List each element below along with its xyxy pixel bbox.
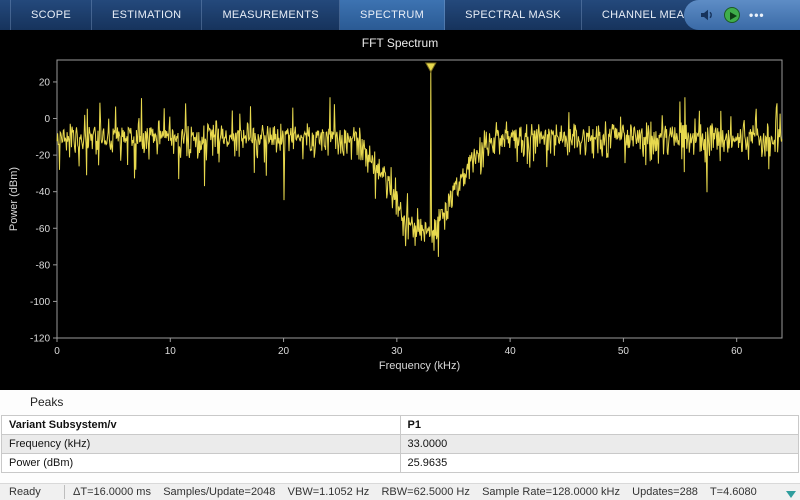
status-info-text: ΔT=16.0000 ms Samples/Update=2048 VBW=1.… xyxy=(65,486,800,498)
chart-title: FFT Spectrum xyxy=(0,36,800,50)
x-tick-label: 0 xyxy=(54,346,60,357)
peaks-table: Variant Subsystem/v P1 Frequency (kHz) 3… xyxy=(1,415,799,473)
status-ready-text: Ready xyxy=(0,486,64,498)
tab-spectrum[interactable]: SPECTRUM xyxy=(340,0,445,30)
spectrum-plot: 0 10 20 30 40 50 60 20 0 -20 -40 -60 -80 -100 -120 xyxy=(0,30,800,385)
y-tick-label: -100 xyxy=(30,297,50,308)
peaks-panel: Peaks Variant Subsystem/v P1 Frequency (… xyxy=(0,390,800,483)
peaks-table-header-source: Variant Subsystem/v xyxy=(2,416,401,435)
peaks-panel-title: Peaks xyxy=(30,395,800,409)
peak-frequency-label: Frequency (kHz) xyxy=(2,435,401,454)
y-tick-label: 0 xyxy=(44,114,50,125)
x-tick-label: 60 xyxy=(731,346,743,357)
y-tick-label: -40 xyxy=(36,187,51,198)
y-axis-label: Power (dBm) xyxy=(8,139,20,259)
y-tick-label: 20 xyxy=(39,77,51,88)
scope-area: FFT Spectrum Power (dBm) 0 10 20 30 40 50 60 20… xyxy=(0,30,800,390)
x-tick-label: 50 xyxy=(618,346,630,357)
x-axis-label: Frequency (kHz) xyxy=(57,360,782,372)
peak-power-label: Power (dBm) xyxy=(2,454,401,473)
table-row: Power (dBm) 25.9635 xyxy=(2,454,799,473)
y-tick-label: -20 xyxy=(36,151,51,162)
run-button[interactable] xyxy=(724,7,740,23)
peak-frequency-value: 33.0000 xyxy=(400,435,799,454)
x-tick-label: 40 xyxy=(505,346,517,357)
y-tick-label: -80 xyxy=(36,260,51,271)
peaks-table-header-row: Variant Subsystem/v P1 xyxy=(2,416,799,435)
spectrum-analyzer-window: SCOPE ESTIMATION MEASUREMENTS SPECTRUM S… xyxy=(0,0,800,500)
x-tick-label: 10 xyxy=(165,346,177,357)
more-options-button[interactable]: ••• xyxy=(749,0,765,30)
status-bar: Ready ΔT=16.0000 ms Samples/Update=2048 … xyxy=(0,483,800,500)
toolbar: SCOPE ESTIMATION MEASUREMENTS SPECTRUM S… xyxy=(0,0,800,30)
peaks-table-header-p1: P1 xyxy=(400,416,799,435)
tab-measurements[interactable]: MEASUREMENTS xyxy=(202,0,340,30)
y-tick-label: -60 xyxy=(36,224,51,235)
plot-area xyxy=(57,60,782,338)
tab-estimation[interactable]: ESTIMATION xyxy=(92,0,202,30)
x-tick-label: 20 xyxy=(278,346,290,357)
x-tick-label: 30 xyxy=(391,346,403,357)
y-tick-label: -120 xyxy=(30,334,50,345)
toolbar-quick-actions: ••• xyxy=(684,0,800,30)
table-row: Frequency (kHz) 33.0000 xyxy=(2,435,799,454)
scroll-down-icon[interactable] xyxy=(786,491,796,498)
speaker-icon[interactable] xyxy=(699,7,715,23)
toolbar-tabs: SCOPE ESTIMATION MEASUREMENTS SPECTRUM S… xyxy=(0,0,777,30)
tab-scope[interactable]: SCOPE xyxy=(10,0,92,30)
tab-spectral-mask[interactable]: SPECTRAL MASK xyxy=(445,0,582,30)
peak-power-value: 25.9635 xyxy=(400,454,799,473)
